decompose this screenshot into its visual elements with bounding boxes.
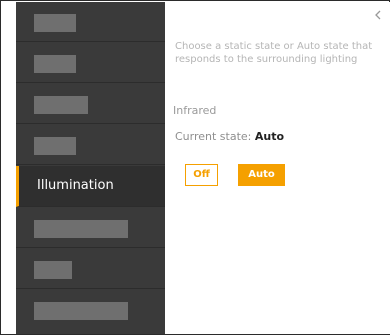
current-state: Current state: Auto: [175, 130, 284, 143]
redacted-label: [34, 261, 72, 279]
auto-button[interactable]: Auto: [238, 164, 285, 186]
sidebar-item-label: Illumination: [37, 178, 114, 193]
chevron-left-icon[interactable]: [372, 6, 384, 20]
current-state-value: Auto: [254, 130, 285, 143]
section-title-infrared: Infrared: [173, 104, 217, 117]
sidebar-item-4[interactable]: [16, 125, 165, 165]
sidebar-item-6[interactable]: [16, 208, 165, 248]
redacted-label: [34, 14, 76, 32]
sidebar-item-illumination[interactable]: Illumination: [16, 166, 165, 207]
app-frame: Illumination Choose a static state or Au…: [0, 0, 390, 335]
redacted-label: [34, 220, 128, 238]
sidebar-item-1[interactable]: [16, 2, 165, 42]
sidebar-item-3[interactable]: [16, 84, 165, 124]
sidebar-item-7[interactable]: [16, 249, 165, 289]
off-button[interactable]: Off: [185, 164, 218, 186]
redacted-label: [34, 137, 76, 155]
sidebar-item-2[interactable]: [16, 43, 165, 83]
content-panel: Choose a static state or Auto state that…: [165, 2, 390, 334]
illumination-description: Choose a static state or Auto state that…: [175, 41, 373, 65]
redacted-label: [34, 96, 88, 114]
sidebar-nav: Illumination: [16, 2, 165, 334]
current-state-label: Current state:: [175, 130, 255, 143]
sidebar-item-8[interactable]: [16, 290, 165, 334]
redacted-label: [34, 55, 76, 73]
redacted-label: [34, 302, 128, 320]
